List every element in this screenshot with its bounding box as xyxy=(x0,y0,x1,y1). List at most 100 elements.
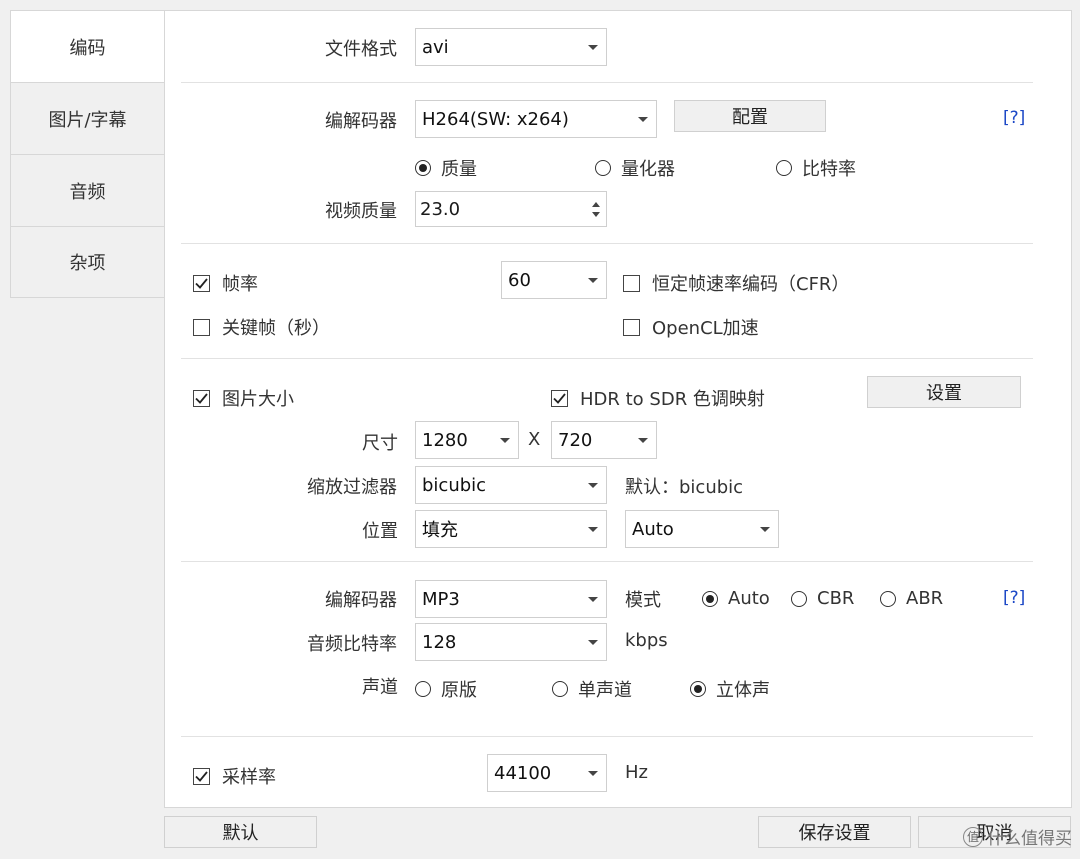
divider xyxy=(181,736,1033,737)
framerate-label: 帧率 xyxy=(222,274,258,295)
chevron-down-icon xyxy=(752,526,778,532)
height-select[interactable]: 720 xyxy=(551,421,657,459)
radio-bitrate[interactable]: 比特率 xyxy=(776,155,856,181)
tab-encoding[interactable]: 编码 xyxy=(10,10,165,82)
radio-quality-label: 质量 xyxy=(441,159,477,180)
arrow-up-icon xyxy=(592,201,600,207)
radio-audio-auto[interactable]: Auto xyxy=(702,588,770,609)
radio-channel-stereo-label: 立体声 xyxy=(716,680,770,701)
radio-indicator xyxy=(791,590,807,607)
chevron-down-icon xyxy=(630,437,656,443)
height-value: 720 xyxy=(558,429,593,451)
default-button[interactable]: 默认 xyxy=(164,816,317,848)
radio-indicator xyxy=(880,590,896,607)
framerate-checkbox[interactable]: 帧率 xyxy=(193,270,258,296)
radio-quantizer[interactable]: 量化器 xyxy=(595,155,675,181)
video-config-button[interactable]: 配置 xyxy=(674,100,826,132)
width-select[interactable]: 1280 xyxy=(415,421,519,459)
watermark-logo-icon: 值 xyxy=(963,826,983,847)
sidebar: 编码 图片/字幕 音频 杂项 xyxy=(10,10,165,298)
radio-quantizer-label: 量化器 xyxy=(621,159,675,180)
keyframe-checkbox[interactable]: 关键帧（秒） xyxy=(193,314,330,340)
sample-rate-select[interactable]: 44100 xyxy=(487,754,607,792)
divider xyxy=(181,358,1033,359)
radio-indicator xyxy=(776,160,792,176)
checkbox-checked-icon xyxy=(193,274,210,292)
watermark: 值 什么值得买 xyxy=(963,824,1072,849)
position-select[interactable]: 填充 xyxy=(415,510,607,548)
audio-codec-value: MP3 xyxy=(422,588,460,610)
audio-codec-label: 编解码器 xyxy=(325,590,397,611)
position-label: 位置 xyxy=(362,521,398,542)
opencl-checkbox[interactable]: OpenCL加速 xyxy=(623,314,759,340)
scale-filter-select[interactable]: bicubic xyxy=(415,466,607,504)
video-codec-label: 编解码器 xyxy=(325,111,397,132)
save-settings-button[interactable]: 保存设置 xyxy=(758,816,911,848)
radio-channel-original[interactable]: 原版 xyxy=(415,676,477,702)
audio-bitrate-select[interactable]: 128 xyxy=(415,623,607,661)
picture-settings-button[interactable]: 设置 xyxy=(867,376,1021,408)
scale-filter-label: 缩放过滤器 xyxy=(307,477,397,498)
cfr-checkbox[interactable]: 恒定帧速率编码（CFR） xyxy=(623,270,849,296)
watermark-text: 什么值得买 xyxy=(987,829,1072,849)
video-codec-select[interactable]: H264(SW: x264) xyxy=(415,100,657,138)
radio-channel-stereo[interactable]: 立体声 xyxy=(690,676,770,702)
checkbox-unchecked-icon xyxy=(193,318,210,336)
hdr-to-sdr-label: HDR to SDR 色调映射 xyxy=(580,389,765,410)
audio-bitrate-label: 音频比特率 xyxy=(307,634,397,655)
tab-audio[interactable]: 音频 xyxy=(10,154,165,226)
radio-indicator xyxy=(415,160,431,176)
checkbox-checked-icon xyxy=(193,767,210,785)
chevron-down-icon xyxy=(580,44,606,50)
divider xyxy=(181,243,1033,244)
radio-audio-cbr[interactable]: CBR xyxy=(791,588,854,609)
keyframe-label: 关键帧（秒） xyxy=(222,318,330,339)
framerate-select[interactable]: 60 xyxy=(501,261,607,299)
spinner-arrows[interactable] xyxy=(586,201,606,217)
sample-rate-checkbox[interactable]: 采样率 xyxy=(193,763,276,789)
file-format-select[interactable]: avi xyxy=(415,28,607,66)
radio-channel-mono[interactable]: 单声道 xyxy=(552,676,632,702)
radio-indicator xyxy=(415,681,431,697)
chevron-down-icon xyxy=(580,770,606,776)
checkbox-unchecked-icon xyxy=(623,274,640,292)
file-format-label: 文件格式 xyxy=(325,39,397,60)
video-quality-value: 23.0 xyxy=(420,198,461,220)
radio-audio-abr[interactable]: ABR xyxy=(880,588,943,609)
picture-size-checkbox[interactable]: 图片大小 xyxy=(193,385,294,411)
video-help-link[interactable]: [?] xyxy=(1003,108,1025,128)
video-codec-value: H264(SW: x264) xyxy=(422,108,569,130)
sample-rate-value: 44100 xyxy=(494,762,552,784)
audio-bitrate-unit: kbps xyxy=(625,630,668,651)
tab-picture-subtitle[interactable]: 图片/字幕 xyxy=(10,82,165,154)
chevron-down-icon xyxy=(580,277,606,283)
radio-channel-original-label: 原版 xyxy=(441,680,477,701)
radio-audio-cbr-label: CBR xyxy=(817,588,855,609)
chevron-down-icon xyxy=(580,482,606,488)
scale-filter-default: 默认：bicubic xyxy=(625,477,744,498)
video-quality-spinner[interactable]: 23.0 xyxy=(415,191,607,227)
hdr-to-sdr-checkbox[interactable]: HDR to SDR 色调映射 xyxy=(551,385,765,411)
radio-indicator xyxy=(690,681,706,697)
radio-audio-auto-label: Auto xyxy=(728,588,770,609)
arrow-down-icon xyxy=(592,211,600,217)
sample-rate-unit: Hz xyxy=(625,762,648,783)
video-quality-label: 视频质量 xyxy=(325,201,397,222)
tab-misc[interactable]: 杂项 xyxy=(10,226,165,298)
audio-help-link[interactable]: [?] xyxy=(1003,588,1025,608)
chevron-down-icon xyxy=(580,526,606,532)
scale-filter-value: bicubic xyxy=(422,474,487,496)
position-align-value: Auto xyxy=(632,518,674,540)
cfr-label: 恒定帧速率编码（CFR） xyxy=(652,274,850,295)
framerate-value: 60 xyxy=(508,269,531,291)
audio-codec-select[interactable]: MP3 xyxy=(415,580,607,618)
audio-mode-label: 模式 xyxy=(625,590,661,611)
sample-rate-label: 采样率 xyxy=(222,767,276,788)
chevron-down-icon xyxy=(492,437,518,443)
dimension-separator: X xyxy=(528,429,541,450)
radio-bitrate-label: 比特率 xyxy=(802,159,856,180)
radio-indicator xyxy=(702,590,718,607)
position-align-select[interactable]: Auto xyxy=(625,510,779,548)
file-format-value: avi xyxy=(422,36,449,58)
radio-quality[interactable]: 质量 xyxy=(415,155,477,181)
